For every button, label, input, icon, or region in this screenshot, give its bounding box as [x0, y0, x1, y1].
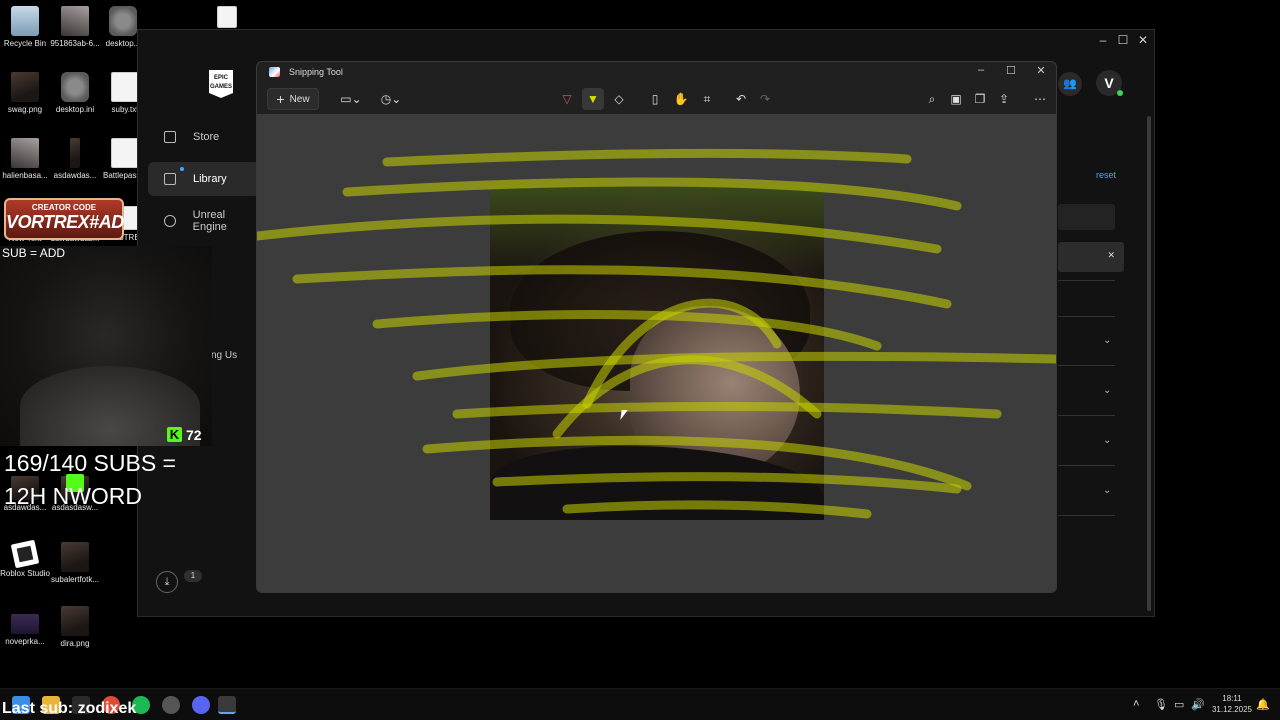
close-button[interactable]: ✕ — [1031, 64, 1051, 77]
highlighter-icon[interactable]: ▼ — [582, 88, 604, 110]
divider — [1058, 515, 1115, 516]
close-icon[interactable]: ✕ — [1107, 250, 1115, 261]
plus-icon: + — [276, 91, 285, 107]
webcam-overlay — [0, 246, 212, 446]
discord-icon[interactable] — [192, 696, 210, 714]
snipping-tool-taskbar-icon[interactable] — [218, 696, 236, 714]
settings-file-icon — [61, 72, 89, 102]
desktop-icon-file[interactable] — [196, 6, 258, 31]
chevron-up-icon[interactable]: ˄ — [1133, 698, 1139, 710]
sidebar-item-unreal-engine[interactable]: Unreal Engine — [148, 204, 260, 238]
image-file-icon — [11, 72, 39, 102]
desktop-icon-file[interactable]: subalertfotk... — [44, 542, 106, 585]
notification-bell-icon[interactable]: 🔔 — [1256, 698, 1270, 711]
maximize-button[interactable]: ☐ — [1001, 64, 1021, 77]
filter-input[interactable] — [1058, 204, 1115, 230]
chevron-down-icon[interactable]: ⌄ — [1103, 435, 1111, 446]
image-file-icon — [61, 606, 89, 636]
crop-icon[interactable]: ⌗ — [697, 88, 717, 110]
desktop-icon-file[interactable]: dira.png — [44, 606, 106, 649]
snip-mode-dropdown[interactable]: ▭⌄ — [337, 88, 365, 110]
roblox-studio-icon — [10, 539, 40, 569]
downloads-badge: 1 — [184, 570, 202, 582]
sidebar-item-store[interactable]: Store — [148, 120, 260, 154]
save-icon[interactable]: ▣ — [946, 88, 966, 110]
snipping-tool-app-icon — [269, 67, 280, 77]
divider — [1058, 465, 1115, 466]
subs-goal-line2: 12H NWORD — [4, 483, 143, 509]
divider — [1058, 316, 1115, 317]
ballpoint-pen-icon[interactable]: ▽ — [557, 88, 577, 110]
video-file-icon — [11, 614, 39, 634]
sidebar-item-partial[interactable]: ng Us — [211, 350, 237, 361]
delay-dropdown[interactable]: ◷⌄ — [377, 88, 405, 110]
volume-icon[interactable]: 🔊 — [1191, 698, 1205, 711]
document-icon — [111, 138, 139, 168]
taskbar: Last sub: zodixek ˄ 🎙 ▭ 🔊 18:11 31.12.20… — [0, 688, 1280, 720]
clock[interactable]: 18:11 31.12.2025 — [1210, 693, 1254, 715]
touch-writing-icon[interactable]: ✋ — [671, 88, 691, 110]
steam-icon[interactable] — [162, 696, 180, 714]
last-sub-text: Last sub: zodixek — [2, 700, 137, 717]
network-icon[interactable]: ▭ — [1174, 698, 1184, 711]
filter-chip[interactable]: ✕ — [1058, 242, 1124, 272]
kick-viewer-count: 72 — [186, 427, 202, 443]
minimize-button[interactable]: – — [971, 64, 991, 76]
snipping-tool-titlebar[interactable]: Snipping Tool – ☐ ✕ — [257, 62, 1056, 82]
highlighter-scribble — [257, 148, 1056, 519]
document-icon — [111, 72, 139, 102]
divider — [1058, 280, 1115, 281]
sidebar-item-library[interactable]: Library — [148, 162, 260, 196]
creator-code-badge: CREATOR CODE VORTREX#AD — [4, 198, 124, 240]
document-icon — [217, 6, 237, 28]
eraser-icon[interactable]: ◇ — [609, 88, 629, 110]
unreal-engine-icon — [164, 215, 176, 227]
zoom-icon[interactable]: ⌕ — [922, 88, 942, 110]
more-options-icon[interactable]: ⋯ — [1029, 88, 1051, 110]
image-file-icon — [70, 138, 80, 168]
divider — [1058, 415, 1115, 416]
microphone-icon[interactable]: 🎙 — [1154, 698, 1168, 711]
new-snip-button[interactable]: + New — [267, 88, 319, 110]
divider — [1058, 365, 1115, 366]
library-icon — [164, 173, 176, 185]
chevron-down-icon[interactable]: ⌄ — [1103, 335, 1111, 346]
chevron-down-icon[interactable]: ⌄ — [1103, 485, 1111, 496]
undo-icon[interactable]: ↶ — [731, 88, 751, 110]
reset-link[interactable]: reset — [1096, 170, 1116, 180]
share-icon[interactable]: ⇪ — [994, 88, 1014, 110]
snipping-toolbar: + New ▭⌄ ◷⌄ ▽ ▼ ◇ ▯ ✋ ⌗ ↶ ↷ ⌕ ▣ ❐ ⇪ ⋯ — [257, 84, 1056, 114]
image-file-icon — [61, 6, 89, 36]
subs-goal-line1: 169/140 SUBS = — [4, 450, 176, 476]
maximize-button[interactable]: ☐ — [1113, 33, 1133, 47]
sub-add-text: SUB = ADD — [2, 246, 66, 260]
chevron-down-icon[interactable]: ⌄ — [1103, 385, 1111, 396]
epic-games-logo[interactable]: EPIC GAMES — [209, 70, 233, 98]
snipping-tool-window: Snipping Tool – ☐ ✕ + New ▭⌄ ◷⌄ ▽ ▼ ◇ ▯ … — [256, 61, 1057, 593]
settings-file-icon — [109, 6, 137, 36]
online-status-dot — [1117, 90, 1123, 96]
kick-logo-icon: K — [167, 427, 182, 442]
minimize-button[interactable]: – — [1093, 33, 1113, 47]
desktop: Recycle Bin 951863ab-6... desktop... swa… — [0, 0, 1280, 720]
close-button[interactable]: ✕ — [1133, 33, 1153, 47]
ruler-icon[interactable]: ▯ — [645, 88, 665, 110]
friends-icon[interactable]: 👥 — [1058, 72, 1082, 96]
image-file-icon — [61, 542, 89, 572]
snip-canvas[interactable] — [257, 114, 1056, 592]
scrollbar[interactable] — [1147, 116, 1151, 611]
recycle-bin-icon — [11, 6, 39, 36]
downloads-icon[interactable]: ⤓ — [156, 571, 178, 593]
image-file-icon — [11, 138, 39, 168]
window-title: Snipping Tool — [289, 67, 343, 77]
copy-icon[interactable]: ❐ — [970, 88, 990, 110]
store-icon — [164, 131, 176, 143]
redo-icon[interactable]: ↷ — [755, 88, 775, 110]
notification-dot — [180, 167, 184, 171]
